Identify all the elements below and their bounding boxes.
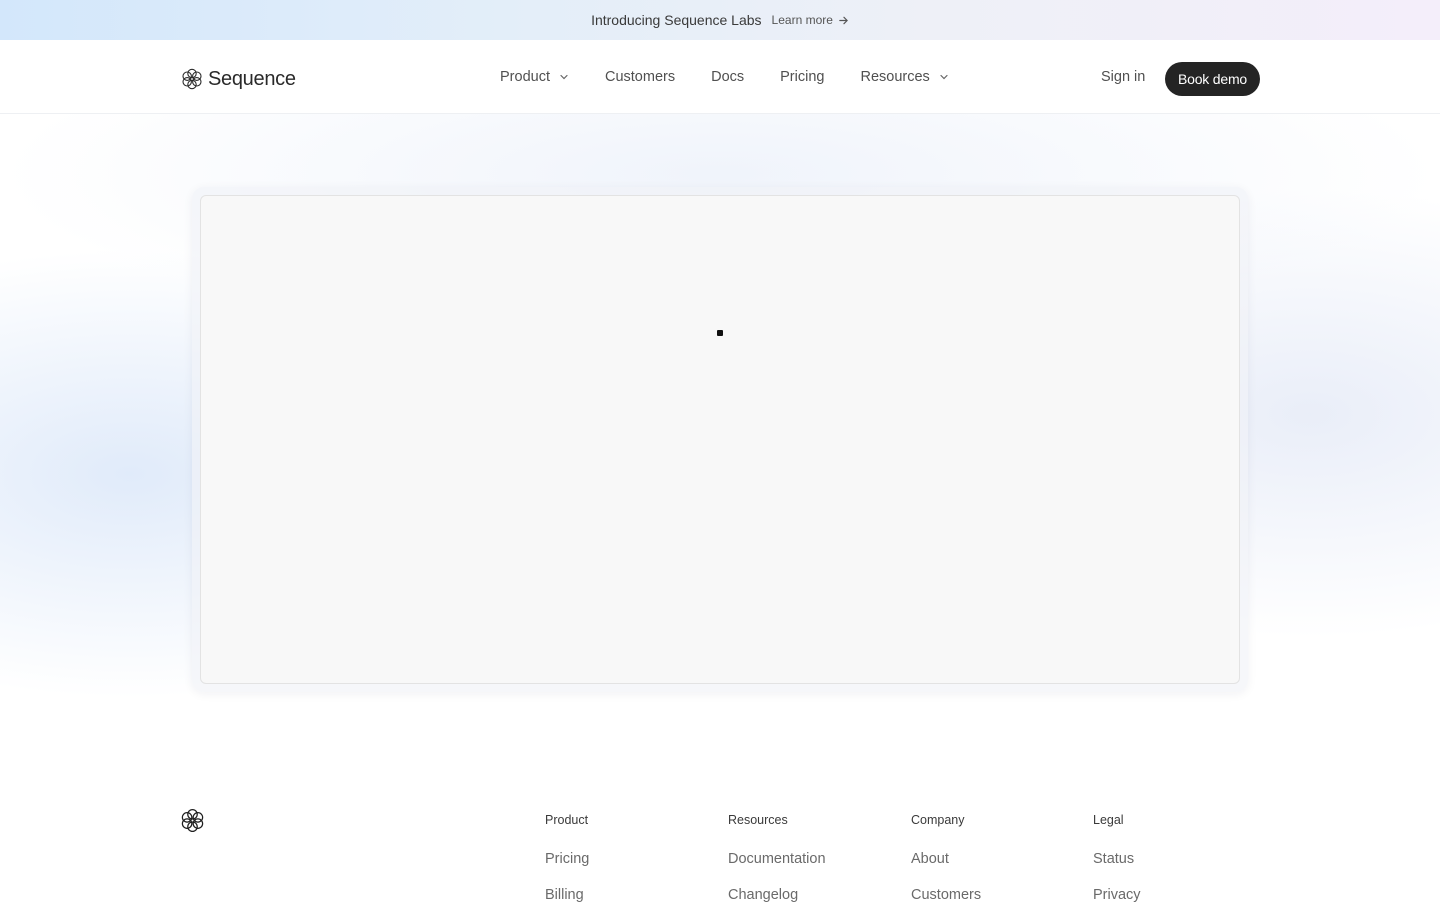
nav-item-label: Customers: [604, 69, 676, 85]
footer-link[interactable]: Changelog: [728, 887, 826, 903]
nav-item-label: Resources: [860, 69, 930, 85]
nav-item-resources[interactable]: Resources: [860, 69, 948, 85]
announcement-bar: Introducing Sequence Labs Learn more: [0, 0, 1440, 40]
site-footer: Product Pricing Billing Resources Docume…: [0, 764, 1440, 903]
footer-link[interactable]: Documentation: [728, 851, 826, 867]
nav-item-pricing[interactable]: Pricing: [780, 69, 824, 85]
footer-column-resources: Resources Documentation Changelog: [728, 813, 826, 903]
book-demo-button[interactable]: Book demo: [1165, 62, 1260, 96]
product-preview-canvas: [200, 195, 1240, 684]
nav-item-label: Docs: [711, 69, 745, 85]
sign-in-link[interactable]: Sign in: [1101, 69, 1145, 85]
footer-column-product: Product Pricing Billing: [545, 813, 589, 903]
site-header: Sequence Product Customers Docs Pricing …: [0, 40, 1440, 114]
footer-link[interactable]: Pricing: [545, 851, 589, 867]
brand-logo[interactable]: Sequence: [180, 67, 296, 91]
footer-link[interactable]: Billing: [545, 887, 589, 903]
footer-heading: Company: [911, 813, 965, 827]
product-preview-frame: [192, 187, 1248, 692]
arrow-right-icon: [839, 16, 848, 24]
footer-link[interactable]: Privacy: [1093, 887, 1141, 903]
footer-heading: Resources: [728, 813, 788, 827]
main-nav: Product Customers Docs Pricing Resources: [500, 69, 985, 85]
learn-more-link[interactable]: Learn more: [772, 13, 849, 27]
nav-item-label: Product: [500, 69, 550, 85]
announcement-title: Introducing Sequence Labs: [591, 12, 762, 28]
learn-more-label: Learn more: [771, 13, 833, 27]
chevron-down-icon: [560, 74, 568, 80]
hero-section: [0, 114, 1440, 764]
nav-item-product[interactable]: Product: [500, 69, 569, 85]
brand-name: Sequence: [208, 67, 296, 90]
nav-item-docs[interactable]: Docs: [711, 69, 744, 85]
footer-link[interactable]: Customers: [911, 887, 981, 903]
nav-item-label: Pricing: [780, 69, 825, 85]
sequence-flower-logo-icon: [182, 68, 202, 90]
sequence-flower-logo-icon[interactable]: [179, 807, 206, 834]
chevron-down-icon: [940, 74, 948, 80]
footer-heading: Product: [545, 813, 589, 827]
footer-heading: Legal: [1093, 813, 1124, 827]
footer-link[interactable]: Status: [1093, 851, 1141, 867]
footer-column-legal: Legal Status Privacy: [1093, 813, 1141, 903]
footer-column-company: Company About Customers: [911, 813, 981, 903]
nav-item-customers[interactable]: Customers: [605, 69, 675, 85]
footer-link[interactable]: About: [911, 851, 981, 867]
loading-indicator: [717, 330, 723, 336]
